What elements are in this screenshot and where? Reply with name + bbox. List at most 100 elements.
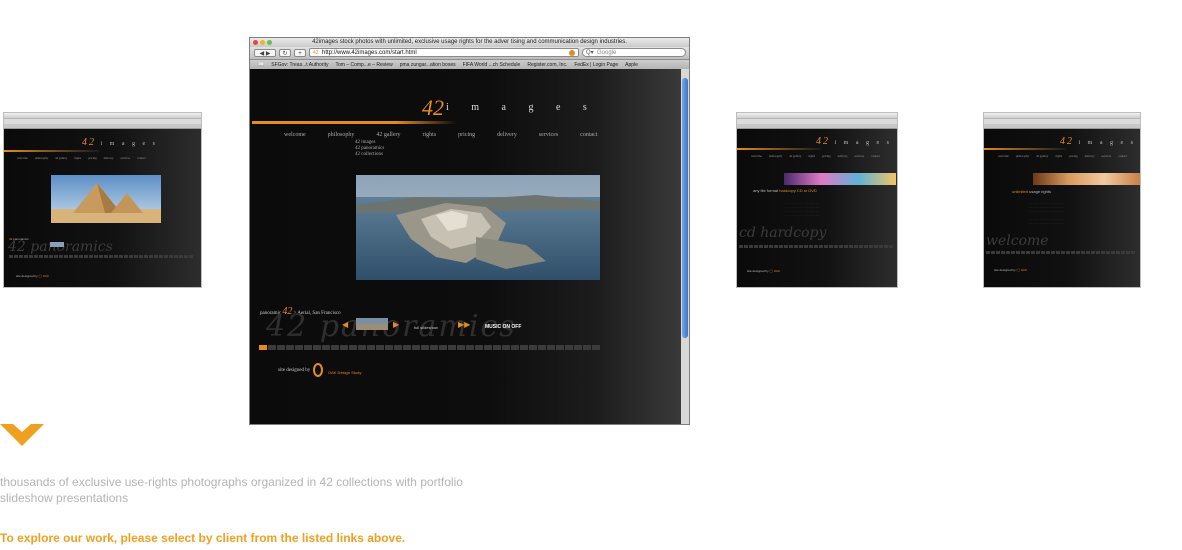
minimize-window-icon[interactable] xyxy=(260,40,265,45)
design-firm-link[interactable]: OAK Design Study xyxy=(328,370,361,375)
music-toggle[interactable]: MUSIC ON OFF xyxy=(485,324,521,330)
fast-forward-icon[interactable]: ▶▶ xyxy=(458,320,470,329)
pager-dot[interactable] xyxy=(520,345,528,350)
nav-services[interactable]: services xyxy=(539,132,558,138)
bookmark-item[interactable]: FedEx | Login Page xyxy=(574,62,618,68)
nav-welcome[interactable]: welcome xyxy=(284,132,306,138)
pyramids-photo xyxy=(51,175,161,223)
pager-dot[interactable] xyxy=(592,345,600,350)
mini-script-text: cd hardcopy xyxy=(739,225,827,241)
mini-pager xyxy=(9,255,194,258)
thumbnail-gallery-pyramids[interactable]: 42 i m a g e s welcome philosophy 42 galle… xyxy=(3,112,202,288)
search-input[interactable]: Q▾ Google xyxy=(582,48,686,57)
title-bar: 42images stock photos with unlimited, ex… xyxy=(250,38,689,47)
pager-dot[interactable] xyxy=(358,345,366,350)
zoom-window-icon[interactable] xyxy=(267,40,272,45)
pager-dot[interactable] xyxy=(457,345,465,350)
pager-dot[interactable] xyxy=(403,345,411,350)
mini-divider xyxy=(984,148,1066,150)
bookmark-item[interactable]: Tom – Comp...e – Review xyxy=(335,62,392,68)
pager-dot[interactable] xyxy=(439,345,447,350)
pager-dot[interactable] xyxy=(475,345,483,350)
back-forward-button[interactable]: ◀ ▶ xyxy=(254,49,276,57)
bookmark-item[interactable]: Apple xyxy=(625,62,638,68)
dunes-photo xyxy=(1033,173,1140,185)
pager-dot[interactable] xyxy=(331,345,339,350)
pager-dot[interactable] xyxy=(385,345,393,350)
pager-dot[interactable] xyxy=(340,345,348,350)
nav-philosophy[interactable]: philosophy xyxy=(328,132,355,138)
window-title: 42images stock photos with unlimited, ex… xyxy=(312,39,627,45)
site-logo-word: i m a g e s xyxy=(446,102,597,113)
pager-dot[interactable] xyxy=(529,345,537,350)
mini-pager xyxy=(986,251,1136,254)
pager-dot[interactable] xyxy=(430,345,438,350)
site-logo[interactable]: 42 xyxy=(422,95,444,121)
pager-dot[interactable] xyxy=(313,345,321,350)
mini-logo: 42 i m a g e s xyxy=(816,136,892,147)
hero-photo-san-francisco xyxy=(356,175,600,280)
thumbnail-delivery-page[interactable]: 42 i m a g e s welcome philosophy 42 galle… xyxy=(736,112,898,288)
address-bar[interactable]: 42 http://www.42images.com/start.html xyxy=(309,48,579,57)
search-placeholder: Google xyxy=(597,50,617,56)
design-firm-logo-icon[interactable] xyxy=(313,363,323,377)
pager-dot[interactable] xyxy=(349,345,357,350)
add-bookmark-button[interactable]: + xyxy=(294,49,306,57)
pager-dot[interactable] xyxy=(547,345,555,350)
pager-dot[interactable] xyxy=(376,345,384,350)
pager-dot[interactable] xyxy=(502,345,510,350)
pager-dot[interactable] xyxy=(286,345,294,350)
nav-rights[interactable]: rights xyxy=(423,132,437,138)
thumbnail-page: 42 i m a g e s welcome philosophy 42 galle… xyxy=(4,129,201,287)
pager-dot[interactable] xyxy=(583,345,591,350)
prev-arrow-icon[interactable]: ◀ xyxy=(342,320,348,329)
nav-gallery[interactable]: 42 gallery xyxy=(376,132,400,138)
close-window-icon[interactable] xyxy=(253,40,258,45)
pager-dot[interactable] xyxy=(277,345,285,350)
pager-dot[interactable] xyxy=(322,345,330,350)
scrollbar-thumb[interactable] xyxy=(682,78,688,338)
bookmark-item[interactable]: pma zungar...ation boxes xyxy=(400,62,456,68)
thumbnail-rights-page[interactable]: 42 i m a g e s welcome philosophy 42 galle… xyxy=(983,112,1141,288)
pager-dot[interactable] xyxy=(304,345,312,350)
mini-logo: 42 i m a g e s xyxy=(1060,136,1136,147)
pager-dot[interactable] xyxy=(268,345,276,350)
bookmark-item[interactable]: FIFA World ...ch Schedule xyxy=(463,62,521,68)
pager-dot[interactable] xyxy=(421,345,429,350)
bookmarks-book-icon[interactable]: 📖 xyxy=(258,62,264,68)
pager-dot[interactable] xyxy=(295,345,303,350)
nav-pricing[interactable]: pricing xyxy=(458,132,475,138)
script-heading: 42 panoramics xyxy=(266,309,517,344)
nav-delivery[interactable]: delivery xyxy=(497,132,517,138)
nav-contact[interactable]: contact xyxy=(580,132,597,138)
favicon-icon: 42 xyxy=(313,50,319,56)
portfolio-description: thousands of exclusive use-rights photog… xyxy=(0,475,463,505)
pager-dot[interactable] xyxy=(412,345,420,350)
pager-dot[interactable] xyxy=(394,345,402,350)
web-page: 42 i m a g e s welcome philosophy 42 gal… xyxy=(250,69,683,424)
pager-dot[interactable] xyxy=(511,345,519,350)
pager-dot[interactable] xyxy=(556,345,564,350)
mini-divider xyxy=(4,150,99,152)
pager-dot[interactable] xyxy=(367,345,375,350)
pager-dot[interactable] xyxy=(466,345,474,350)
slideshow-label[interactable]: full slideshow xyxy=(414,325,438,330)
pager-dot[interactable] xyxy=(484,345,492,350)
pager-dot[interactable] xyxy=(574,345,582,350)
thumbnail-page: 42 i m a g e s welcome philosophy 42 galle… xyxy=(737,129,897,287)
gallery-subnav: 42 images 42 panoramics 42 collections xyxy=(355,140,384,158)
bookmark-item[interactable]: Register.com, Inc. xyxy=(527,62,567,68)
pager-dot[interactable] xyxy=(538,345,546,350)
browser-toolbar: ◀ ▶ ↻ + 42 http://www.42images.com/start… xyxy=(250,47,689,60)
bookmark-item[interactable]: SFGov: Treas...t Authority xyxy=(271,62,328,68)
site-nav: welcome philosophy 42 gallery rights pri… xyxy=(284,132,598,138)
next-arrow-icon[interactable]: ▶ xyxy=(393,320,399,329)
slide-thumbnail[interactable] xyxy=(356,318,388,330)
subnav-42-collections[interactable]: 42 collections xyxy=(355,152,384,158)
browser-window: 42images stock photos with unlimited, ex… xyxy=(249,37,690,425)
pager-dot[interactable] xyxy=(259,345,267,350)
pager-dot[interactable] xyxy=(448,345,456,350)
reload-button[interactable]: ↻ xyxy=(279,49,291,57)
pager-dot[interactable] xyxy=(565,345,573,350)
pager-dot[interactable] xyxy=(493,345,501,350)
